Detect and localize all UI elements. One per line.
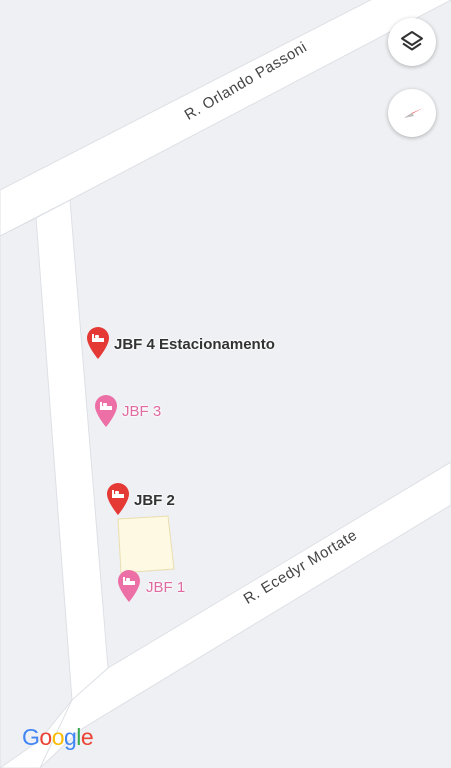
logo-letter: o [39,724,52,750]
compass-button[interactable] [388,89,436,137]
place-label: JBF 1 [146,579,186,596]
place-label: JBF 4 Estacionamento [114,336,275,353]
logo-letter: o [51,724,65,750]
hotel-pin-icon[interactable] [116,569,142,603]
building-footprint [117,515,175,574]
place-label: JBF 3 [122,403,162,420]
place-label: JBF 2 [134,492,175,509]
map-canvas[interactable] [0,0,451,768]
hotel-pin-icon[interactable] [105,482,131,516]
logo-letter: G [22,724,40,750]
compass-icon [404,108,423,118]
hotel-pin-icon[interactable] [85,326,111,360]
layers-button[interactable] [388,18,436,66]
logo-letter: e [80,724,94,750]
google-logo: Google [22,724,94,751]
hotel-pin-icon[interactable] [93,394,119,428]
layers-icon [401,31,423,51]
logo-letter: g [63,724,77,750]
